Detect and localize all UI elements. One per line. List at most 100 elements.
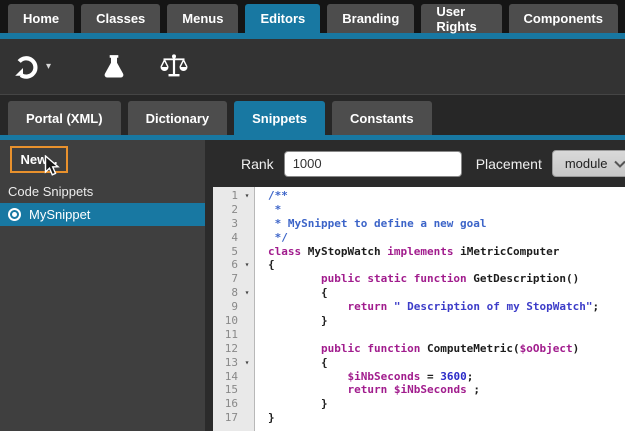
undo-icon bbox=[12, 53, 40, 81]
line-number: 14 bbox=[213, 370, 238, 384]
tab-user-rights[interactable]: User Rights bbox=[421, 4, 501, 33]
code-text: public function ComputeMetric($oObject) bbox=[256, 342, 579, 356]
code-lines: 1▾/**2 *3 * MySnippet to define a new go… bbox=[213, 187, 625, 425]
line-number: 5 bbox=[213, 245, 238, 259]
fold-spacer bbox=[238, 300, 256, 314]
code-line: 1▾/** bbox=[213, 189, 625, 203]
subtab-portal-xml-[interactable]: Portal (XML) bbox=[8, 101, 121, 135]
code-text: } bbox=[256, 411, 275, 425]
flask-icon bbox=[101, 53, 127, 81]
code-text bbox=[256, 328, 268, 342]
code-text: { bbox=[256, 356, 328, 370]
snippet-list: MySnippet bbox=[0, 203, 205, 226]
tab-classes[interactable]: Classes bbox=[81, 4, 160, 33]
new-snippet-button[interactable]: New... bbox=[10, 146, 68, 173]
line-number: 17 bbox=[213, 411, 238, 425]
fold-spacer bbox=[238, 217, 256, 231]
code-line: 5 class MyStopWatch implements iMetricCom… bbox=[213, 245, 625, 259]
tab-editors[interactable]: Editors bbox=[245, 4, 320, 33]
code-line: 10 } bbox=[213, 314, 625, 328]
tab-home[interactable]: Home bbox=[8, 4, 74, 33]
code-text: } bbox=[256, 314, 328, 328]
tab-components[interactable]: Components bbox=[509, 4, 618, 33]
rank-label: Rank bbox=[241, 156, 274, 172]
snippet-form-row: Rank Placement module bbox=[205, 140, 625, 187]
placement-select[interactable]: module bbox=[552, 150, 625, 177]
code-line: 11 bbox=[213, 328, 625, 342]
code-text: return " Description of my StopWatch"; bbox=[256, 300, 599, 314]
code-line: 13▾ { bbox=[213, 356, 625, 370]
undo-button[interactable]: ▾ bbox=[12, 53, 51, 81]
line-number: 13 bbox=[213, 356, 238, 370]
fold-spacer bbox=[238, 231, 256, 245]
fold-spacer bbox=[238, 370, 256, 384]
content-area: New... Code Snippets MySnippet Rank Plac… bbox=[0, 140, 625, 431]
snippet-panel: Rank Placement module 1▾/**2 *3 * MySnip… bbox=[205, 140, 625, 431]
fold-spacer bbox=[238, 272, 256, 286]
line-number: 12 bbox=[213, 342, 238, 356]
fold-spacer bbox=[238, 411, 256, 425]
line-number: 15 bbox=[213, 383, 238, 397]
line-number: 1 bbox=[213, 189, 238, 203]
line-number: 9 bbox=[213, 300, 238, 314]
line-number: 11 bbox=[213, 328, 238, 342]
chevron-down-icon bbox=[614, 156, 625, 171]
tab-branding[interactable]: Branding bbox=[327, 4, 414, 33]
code-text: } bbox=[256, 397, 328, 411]
line-number: 4 bbox=[213, 231, 238, 245]
code-text: return $iNbSeconds ; bbox=[256, 383, 480, 397]
rank-input[interactable] bbox=[284, 151, 462, 177]
fold-spacer bbox=[238, 342, 256, 356]
subtab-dictionary[interactable]: Dictionary bbox=[128, 101, 228, 135]
line-number: 6 bbox=[213, 258, 238, 272]
subtab-constants[interactable]: Constants bbox=[332, 101, 432, 135]
code-text: * MySnippet to define a new goal bbox=[256, 217, 487, 231]
snippets-sidebar: New... Code Snippets MySnippet bbox=[0, 140, 205, 431]
code-line: 16 } bbox=[213, 397, 625, 411]
fold-spacer bbox=[238, 245, 256, 259]
placement-value: module bbox=[565, 156, 614, 171]
code-line: 14 $iNbSeconds = 3600; bbox=[213, 370, 625, 384]
fold-arrow-icon[interactable]: ▾ bbox=[238, 189, 256, 203]
section-label: Code Snippets bbox=[8, 184, 205, 199]
code-text: class MyStopWatch implements iMetricComp… bbox=[256, 245, 559, 259]
code-text: */ bbox=[256, 231, 288, 245]
line-number: 2 bbox=[213, 203, 238, 217]
fold-arrow-icon[interactable]: ▾ bbox=[238, 356, 256, 370]
line-number: 7 bbox=[213, 272, 238, 286]
fold-arrow-icon[interactable]: ▾ bbox=[238, 286, 256, 300]
line-number: 8 bbox=[213, 286, 238, 300]
radio-selected-icon bbox=[8, 208, 21, 221]
fold-spacer bbox=[238, 203, 256, 217]
code-editor[interactable]: 1▾/**2 *3 * MySnippet to define a new go… bbox=[213, 187, 625, 431]
compare-scales-button[interactable] bbox=[159, 53, 189, 80]
line-number: 16 bbox=[213, 397, 238, 411]
editor-tab-bar: Portal (XML)DictionarySnippetsConstants bbox=[0, 94, 625, 135]
code-line: 2 * bbox=[213, 203, 625, 217]
code-line: 3 * MySnippet to define a new goal bbox=[213, 217, 625, 231]
fold-spacer bbox=[238, 328, 256, 342]
code-line: 9 return " Description of my StopWatch"; bbox=[213, 300, 625, 314]
snippet-list-item[interactable]: MySnippet bbox=[0, 203, 205, 226]
code-text: * bbox=[256, 203, 281, 217]
placement-label: Placement bbox=[476, 156, 542, 172]
chevron-down-icon: ▾ bbox=[46, 61, 51, 72]
code-line: 6▾{ bbox=[213, 258, 625, 272]
code-line: 4 */ bbox=[213, 231, 625, 245]
line-number: 10 bbox=[213, 314, 238, 328]
tab-menus[interactable]: Menus bbox=[167, 4, 238, 33]
code-line: 8▾ { bbox=[213, 286, 625, 300]
code-line: 17} bbox=[213, 411, 625, 425]
code-text: public static function GetDescription() bbox=[256, 272, 579, 286]
code-line: 12 public function ComputeMetric($oObjec… bbox=[213, 342, 625, 356]
code-line: 7 public static function GetDescription(… bbox=[213, 272, 625, 286]
main-tab-bar: HomeClassesMenusEditorsBrandingUser Righ… bbox=[0, 0, 625, 33]
fold-arrow-icon[interactable]: ▾ bbox=[238, 258, 256, 272]
line-number: 3 bbox=[213, 217, 238, 231]
test-flask-button[interactable] bbox=[101, 53, 127, 81]
code-text: $iNbSeconds = 3600; bbox=[256, 370, 473, 384]
code-text: { bbox=[256, 286, 328, 300]
subtab-snippets[interactable]: Snippets bbox=[234, 101, 325, 135]
fold-spacer bbox=[238, 383, 256, 397]
code-text: /** bbox=[256, 189, 288, 203]
